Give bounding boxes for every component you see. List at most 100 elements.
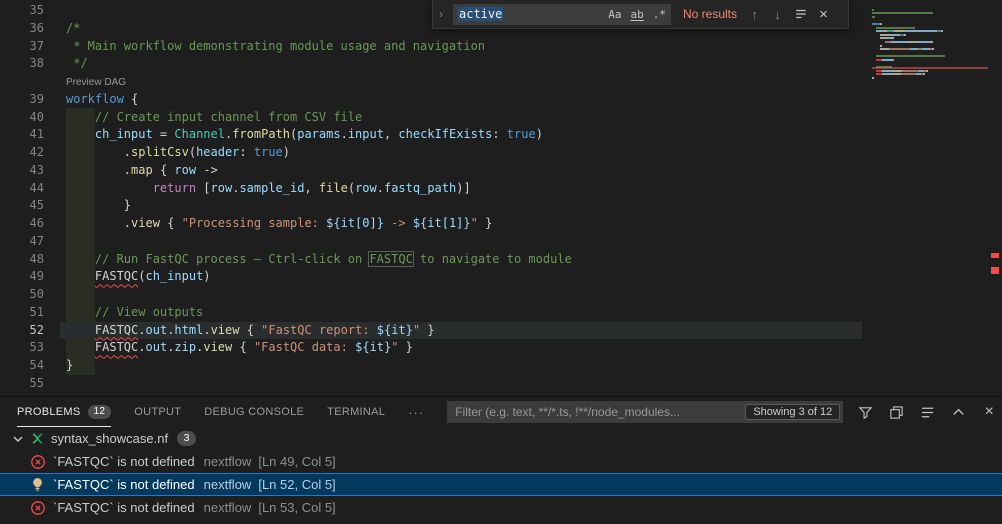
code-line[interactable]: 47 — [0, 233, 862, 251]
find-results-label: No results — [683, 7, 737, 21]
code-token: input — [348, 127, 384, 141]
find-previous-button[interactable]: ↑ — [745, 7, 764, 22]
line-number: 39 — [0, 91, 44, 109]
error-icon — [30, 500, 46, 516]
line-text: .view { "Processing sample: ${it[0]} -> … — [44, 215, 492, 233]
error-icon — [30, 454, 46, 470]
overview-ruler[interactable] — [988, 0, 1002, 396]
code-token: [ — [196, 181, 210, 195]
tab-problems[interactable]: PROBLEMS 12 — [17, 397, 111, 427]
problem-location: [Ln 52, Col 5] — [258, 477, 335, 492]
line-text: // Create input channel from CSV file — [44, 109, 362, 127]
code-line[interactable]: 54} — [0, 357, 862, 375]
view-as-table-icon[interactable] — [918, 402, 936, 422]
error-token: FASTQC — [95, 323, 138, 337]
code-line[interactable]: 43 .map { row -> — [0, 162, 862, 180]
error-token: FASTQC — [95, 340, 138, 354]
find-close-button[interactable]: × — [814, 6, 833, 23]
code-line[interactable]: 51 // View outputs — [0, 304, 862, 322]
code-token — [66, 252, 95, 266]
code-token: ) — [203, 269, 210, 283]
whole-word-button[interactable]: ab — [631, 8, 644, 21]
line-number: 50 — [0, 286, 44, 304]
line-number: 47 — [0, 233, 44, 251]
tab-terminal[interactable]: TERMINAL — [327, 397, 385, 427]
tab-label: PROBLEMS — [17, 406, 81, 418]
code-editor[interactable]: 3536/*37 * Main workflow demonstrating m… — [0, 0, 1002, 396]
find-widget: › active Aa ab .* No results ↑ ↓ × — [432, 0, 849, 29]
code-token: . — [138, 340, 145, 354]
regex-button[interactable]: .* — [653, 8, 666, 21]
tab-debug-console[interactable]: DEBUG CONSOLE — [204, 397, 304, 427]
minimap-content — [872, 0, 988, 82]
code-token: return — [153, 181, 196, 195]
filter-icon[interactable] — [856, 402, 874, 422]
code-token: , — [304, 181, 318, 195]
toggle-replace-chevron-icon[interactable]: › — [433, 7, 449, 21]
code-token: ( — [348, 181, 355, 195]
code-line[interactable]: 39workflow { — [0, 91, 862, 109]
line-number: 43 — [0, 162, 44, 180]
problem-row-selected[interactable]: `FASTQC` is not defined nextflow [Ln 52,… — [0, 473, 1002, 496]
panel-close-button[interactable]: × — [980, 402, 998, 422]
code-lines[interactable]: 3536/*37 * Main workflow demonstrating m… — [0, 2, 862, 393]
more-tabs-button[interactable]: ··· — [408, 397, 424, 427]
code-line[interactable]: 40 // Create input channel from CSV file — [0, 109, 862, 127]
open-in-editor-icon[interactable] — [887, 402, 905, 422]
code-line[interactable]: 52 FASTQC.out.html.view { "FastQC report… — [0, 322, 862, 340]
problems-count-badge: 12 — [88, 405, 112, 419]
tab-label: TERMINAL — [327, 406, 385, 418]
lightbulb-icon — [30, 477, 46, 493]
code-line[interactable]: 55 — [0, 375, 862, 393]
code-token: fastq_path — [384, 181, 456, 195]
tab-output[interactable]: OUTPUT — [134, 397, 181, 427]
code-line[interactable]: 53 FASTQC.out.zip.view { "FastQC data: $… — [0, 339, 862, 357]
problem-row[interactable]: `FASTQC` is not defined nextflow [Ln 49,… — [0, 450, 1002, 473]
find-next-button[interactable]: ↓ — [768, 7, 787, 22]
line-text: // Run FastQC process — Ctrl-click on FA… — [44, 251, 572, 269]
problem-row[interactable]: `FASTQC` is not defined nextflow [Ln 53,… — [0, 496, 1002, 519]
code-token: // Run FastQC process — Ctrl-click on — [95, 252, 370, 266]
code-line[interactable]: 37 * Main workflow demonstrating module … — [0, 38, 862, 56]
code-line[interactable]: 38 */ — [0, 55, 862, 73]
problem-location: [Ln 49, Col 5] — [258, 454, 335, 469]
find-in-selection-icon[interactable] — [791, 7, 810, 21]
codelens-row[interactable]: Preview DAG — [0, 73, 862, 91]
code-line[interactable]: 42 .splitCsv(header: true) — [0, 144, 862, 162]
problems-filter-input[interactable]: Filter (e.g. text, **/*.ts, !**/node_mod… — [447, 401, 843, 423]
code-token — [66, 198, 124, 212]
line-number: 45 — [0, 197, 44, 215]
code-token: "FastQC data: — [254, 340, 355, 354]
problem-source: nextflow — [204, 477, 252, 492]
code-line[interactable]: 48 // Run FastQC process — Ctrl-click on… — [0, 251, 862, 269]
minimap[interactable] — [872, 0, 988, 396]
match-case-button[interactable]: Aa — [608, 8, 621, 21]
code-line[interactable]: 49 FASTQC(ch_input) — [0, 268, 862, 286]
find-query-text: active — [458, 7, 503, 21]
code-token — [66, 269, 95, 283]
code-token: workflow — [66, 92, 124, 106]
code-line[interactable]: 45 } — [0, 197, 862, 215]
code-token — [66, 216, 124, 230]
problems-panel: PROBLEMS 12 OUTPUT DEBUG CONSOLE TERMINA… — [0, 396, 1002, 524]
code-line[interactable]: 46 .view { "Processing sample: ${it[0]} … — [0, 215, 862, 233]
line-text: * Main workflow demonstrating module usa… — [44, 38, 485, 56]
maximize-panel-icon[interactable] — [949, 402, 967, 422]
problems-file-group[interactable]: syntax_showcase.nf 3 — [0, 427, 1002, 450]
code-token: Channel — [174, 127, 225, 141]
code-token: * Main workflow demonstrating module usa… — [66, 39, 485, 53]
line-text: FASTQC(ch_input) — [44, 268, 211, 286]
code-line[interactable]: 50 — [0, 286, 862, 304]
tab-label: DEBUG CONSOLE — [204, 406, 304, 418]
code-line[interactable]: 41 ch_input = Channel.fromPath(params.in… — [0, 126, 862, 144]
code-token: true — [254, 145, 283, 159]
code-line[interactable]: 44 return [row.sample_id, file(row.fastq… — [0, 180, 862, 198]
code-token — [66, 305, 95, 319]
code-token — [66, 127, 95, 141]
code-token: { — [232, 340, 254, 354]
find-input[interactable]: active Aa ab .* — [453, 4, 671, 25]
codelens-preview-dag-link[interactable]: Preview DAG — [66, 77, 126, 88]
code-token: { — [160, 216, 182, 230]
error-token: FASTQC — [95, 269, 138, 283]
problem-message: `FASTQC` is not defined — [53, 477, 195, 492]
